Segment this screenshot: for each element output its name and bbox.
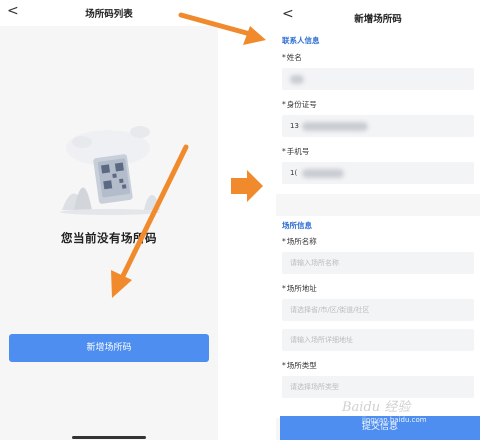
region-select[interactable]: 请选择省/市/区/街道/社区 [282,299,474,321]
required-mark: * [282,147,286,156]
required-mark: * [282,237,286,246]
add-place-code-screen: < 新增场所码 联系人信息 *姓名 *身份证号 13 *手机号 1(场所信息 … [276,0,480,440]
contact-info-section: 联系人信息 *姓名 *身份证号 13 *手机号 1( [276,32,480,194]
phone-field[interactable]: 1( [282,162,474,184]
section-title: 联系人信息 [282,36,320,45]
place-name-input[interactable]: 请输入场所名称 [282,252,474,274]
required-mark: * [282,53,286,62]
empty-state-message: 您当前没有场所码 [61,231,157,245]
place-code-list-screen: < 场所码列表 您当前没有场所码 新增场所码 [0,0,218,440]
detail-address-input[interactable]: 请输入场所详细地址 [282,329,474,351]
place-type-label: *场所类型 [282,361,317,370]
section-title: 场所信息 [282,221,312,230]
home-indicator [72,436,146,439]
id-number-field[interactable]: 13 [282,115,474,137]
nav-bar: < 新增场所码 [276,0,480,32]
place-name-label: *场所名称 [282,237,317,246]
redacted-value [302,122,368,131]
required-mark: * [282,361,286,370]
watermark-url: jingyan.baidu.com [362,416,427,424]
id-number-label: *身份证号 [282,100,317,109]
required-mark: * [282,100,286,109]
name-field[interactable] [282,68,474,90]
watermark: Baidu 经验 [342,400,411,415]
place-type-select[interactable]: 请选择场所类型 [282,376,474,398]
arrow-next-step [231,170,263,202]
nav-bar: < 场所码列表 [0,0,218,26]
redacted-value [302,169,344,178]
redacted-value [290,75,304,84]
place-info-section: 场所信息 *场所名称 请输入场所名称 *场所地址 请选择省/市/区/街道/社区 … [276,216,480,418]
name-label: *姓名 [282,53,302,62]
tutorial-screenshot: < 场所码列表 您当前没有场所码 新增场所码 < 新增场所码 联系人信息 *姓名… [0,0,488,440]
page-title: 新增场所码 [354,14,402,25]
place-address-label: *场所地址 [282,284,317,293]
add-place-code-button[interactable]: 新增场所码 [9,334,209,362]
phone-label: *手机号 [282,147,310,156]
page-title: 场所码列表 [85,9,133,20]
required-mark: * [282,284,286,293]
empty-state-illustration [60,126,160,215]
